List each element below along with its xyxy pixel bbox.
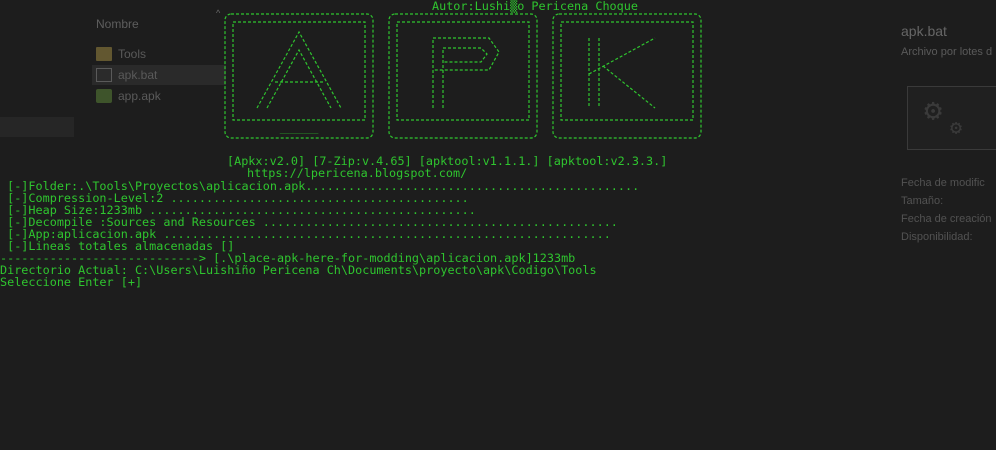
command-console[interactable]: Autor:Lushi▒o Pericena Choque ________ [… <box>0 0 996 450</box>
logo-letter-a: ________ <box>280 125 319 134</box>
apk-ascii-logo: ________ <box>219 8 703 142</box>
enter-prompt-line[interactable]: Seleccione Enter [+] <box>0 276 142 288</box>
apk-ascii-logo-art: ________ <box>224 13 702 139</box>
blog-url-line: https://lpericena.blogspot.com/ <box>247 166 468 180</box>
